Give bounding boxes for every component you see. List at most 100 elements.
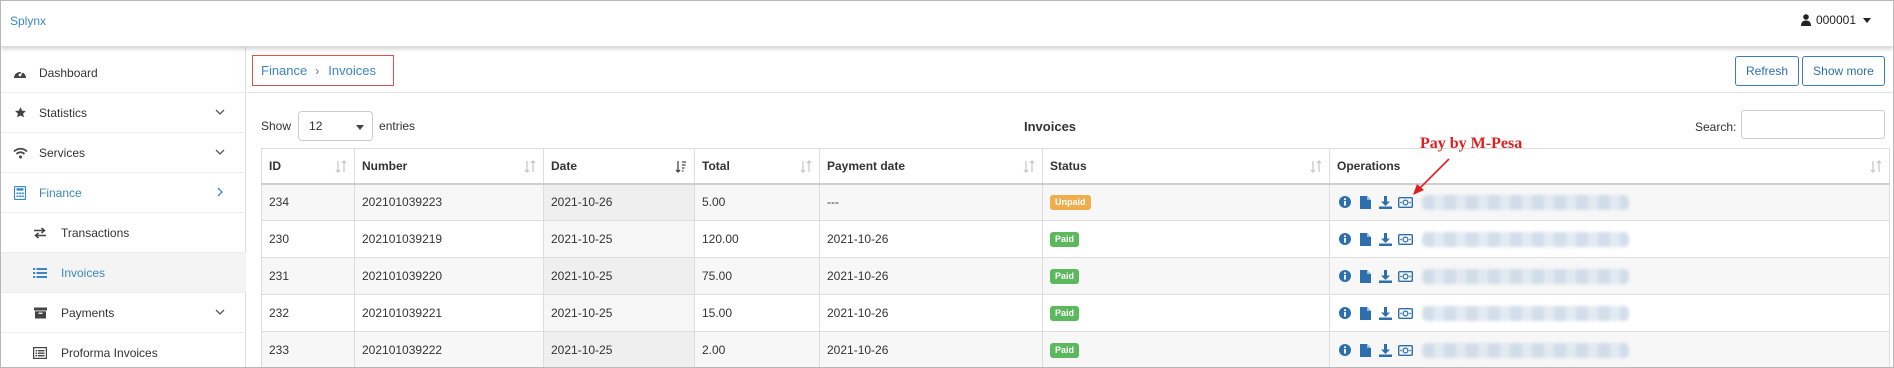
info-icon[interactable] (1337, 231, 1353, 247)
cell-status: Paid (1042, 257, 1330, 295)
cell-date: 2021-10-25 (543, 294, 695, 332)
sidebar-item-label: Transactions (61, 225, 130, 240)
search-input[interactable] (1741, 110, 1885, 139)
table-row[interactable]: 232 202101039221 2021-10-25 15.00 2021-10-26… (261, 294, 1890, 332)
document-icon[interactable] (1357, 305, 1373, 321)
cell-id: 230 (261, 220, 355, 258)
sidebar-item-label: Dashboard (39, 65, 98, 80)
column-header-payment-date[interactable]: Payment date (819, 148, 1043, 185)
cell-number: 202101039220 (354, 257, 544, 295)
info-icon[interactable] (1337, 194, 1353, 210)
status-badge: Unpaid (1050, 195, 1091, 211)
entries-select-value: 12 (309, 119, 323, 133)
entries-label: entries (379, 119, 416, 133)
document-icon[interactable] (1357, 231, 1373, 247)
redacted-operations (1422, 305, 1629, 321)
cell-date: 2021-10-26 (543, 183, 695, 221)
table-row[interactable]: 234 202101039223 2021-10-26 5.00 --- Unpaid (261, 183, 1890, 221)
cell-total: 15.00 (694, 294, 820, 332)
sidebar-item-payments[interactable]: Payments (1, 293, 246, 333)
document-icon[interactable] (1357, 268, 1373, 284)
sidebar-item-label: Payments (61, 305, 115, 320)
chevron-down-icon (215, 149, 225, 155)
breadcrumb-finance-link[interactable]: Finance (261, 63, 307, 78)
column-header-status[interactable]: Status (1042, 148, 1330, 185)
cell-number: 202101039222 (354, 331, 544, 367)
cell-date: 2021-10-25 (543, 220, 695, 258)
sort-icon (335, 160, 347, 173)
cell-status: Paid (1042, 331, 1330, 367)
cell-total: 75.00 (694, 257, 820, 295)
user-menu[interactable]: 000001 (1800, 13, 1871, 27)
sort-icon (524, 160, 536, 173)
money-icon[interactable] (1397, 305, 1413, 321)
cell-operations (1329, 294, 1890, 332)
sort-icon (1310, 160, 1322, 173)
cell-number: 202101039219 (354, 220, 544, 258)
table-body: 234 202101039223 2021-10-26 5.00 --- Unpaid 23… (261, 183, 1890, 367)
cell-id: 233 (261, 331, 355, 367)
info-icon[interactable] (1337, 305, 1353, 321)
cell-date: 2021-10-25 (543, 257, 695, 295)
entries-control: Show 12 entries (261, 111, 415, 141)
sidebar-item-proforma-invoices[interactable]: Proforma Invoices (1, 333, 246, 367)
entries-select[interactable]: 12 (298, 111, 374, 141)
breadcrumb-invoices[interactable]: Invoices (328, 63, 376, 78)
cell-operations (1329, 220, 1890, 258)
sidebar-item-label: Invoices (61, 265, 106, 280)
table-row[interactable]: 230 202101039219 2021-10-25 120.00 2021-10-2… (261, 220, 1890, 258)
brand-logo[interactable]: Splynx (10, 14, 46, 28)
refresh-button[interactable]: Refresh (1735, 56, 1799, 86)
column-header-number[interactable]: Number (354, 148, 544, 185)
chevron-down-icon (215, 109, 225, 115)
document-icon[interactable] (1357, 342, 1373, 358)
redacted-operations (1422, 268, 1629, 284)
sort-icon (1870, 160, 1882, 173)
money-icon[interactable] (1397, 342, 1413, 358)
sidebar-item-services[interactable]: Services (1, 133, 246, 173)
sidebar-item-dashboard[interactable]: Dashboard (1, 53, 246, 93)
show-more-button[interactable]: Show more (1802, 56, 1885, 86)
download-icon[interactable] (1377, 194, 1393, 210)
money-icon[interactable] (1397, 268, 1413, 284)
sidebar: Dashboard Statistics Services Finance Tr… (1, 47, 246, 367)
download-icon[interactable] (1377, 231, 1393, 247)
info-icon[interactable] (1337, 342, 1353, 358)
status-badge: Paid (1050, 343, 1080, 358)
sidebar-item-label: Services (39, 145, 86, 160)
sidebar-item-statistics[interactable]: Statistics (1, 93, 246, 133)
wifi-icon (11, 145, 29, 161)
show-label: Show (261, 119, 292, 133)
select-arrow-icon (356, 125, 365, 130)
cell-operations (1329, 257, 1890, 295)
cell-payment-date: --- (819, 183, 1043, 221)
info-icon[interactable] (1337, 268, 1353, 284)
sidebar-item-label: Statistics (39, 105, 88, 120)
table-row[interactable]: 233 202101039222 2021-10-25 2.00 2021-10-26 P… (261, 331, 1890, 367)
download-icon[interactable] (1377, 342, 1393, 358)
document-icon[interactable] (1357, 194, 1373, 210)
app-window: Splynx 000001 Dashboard Statistics Servi… (0, 0, 1894, 368)
chevron-down-icon (215, 309, 225, 315)
list-alt-icon (31, 345, 49, 361)
download-icon[interactable] (1377, 305, 1393, 321)
cell-payment-date: 2021-10-26 (819, 257, 1043, 295)
sidebar-item-invoices[interactable]: Invoices (1, 253, 246, 293)
breadcrumb-separator-icon: › (315, 63, 320, 78)
cell-total: 120.00 (694, 220, 820, 258)
column-header-total[interactable]: Total (694, 148, 820, 185)
cell-number: 202101039223 (354, 183, 544, 221)
money-icon[interactable] (1397, 231, 1413, 247)
sidebar-item-transactions[interactable]: Transactions (1, 213, 246, 253)
sort-desc-icon (675, 161, 686, 173)
cell-operations (1329, 331, 1890, 367)
column-header-id[interactable]: ID (261, 148, 355, 185)
cell-status: Paid (1042, 220, 1330, 258)
user-icon (1800, 14, 1811, 26)
table-row[interactable]: 231 202101039220 2021-10-25 75.00 2021-10-26… (261, 257, 1890, 295)
table-header-row: ID Number Date Total Payment date Status… (261, 148, 1890, 185)
sidebar-item-finance[interactable]: Finance (1, 173, 246, 213)
download-icon[interactable] (1377, 268, 1393, 284)
column-header-date[interactable]: Date (543, 148, 695, 185)
star-icon (11, 105, 29, 121)
